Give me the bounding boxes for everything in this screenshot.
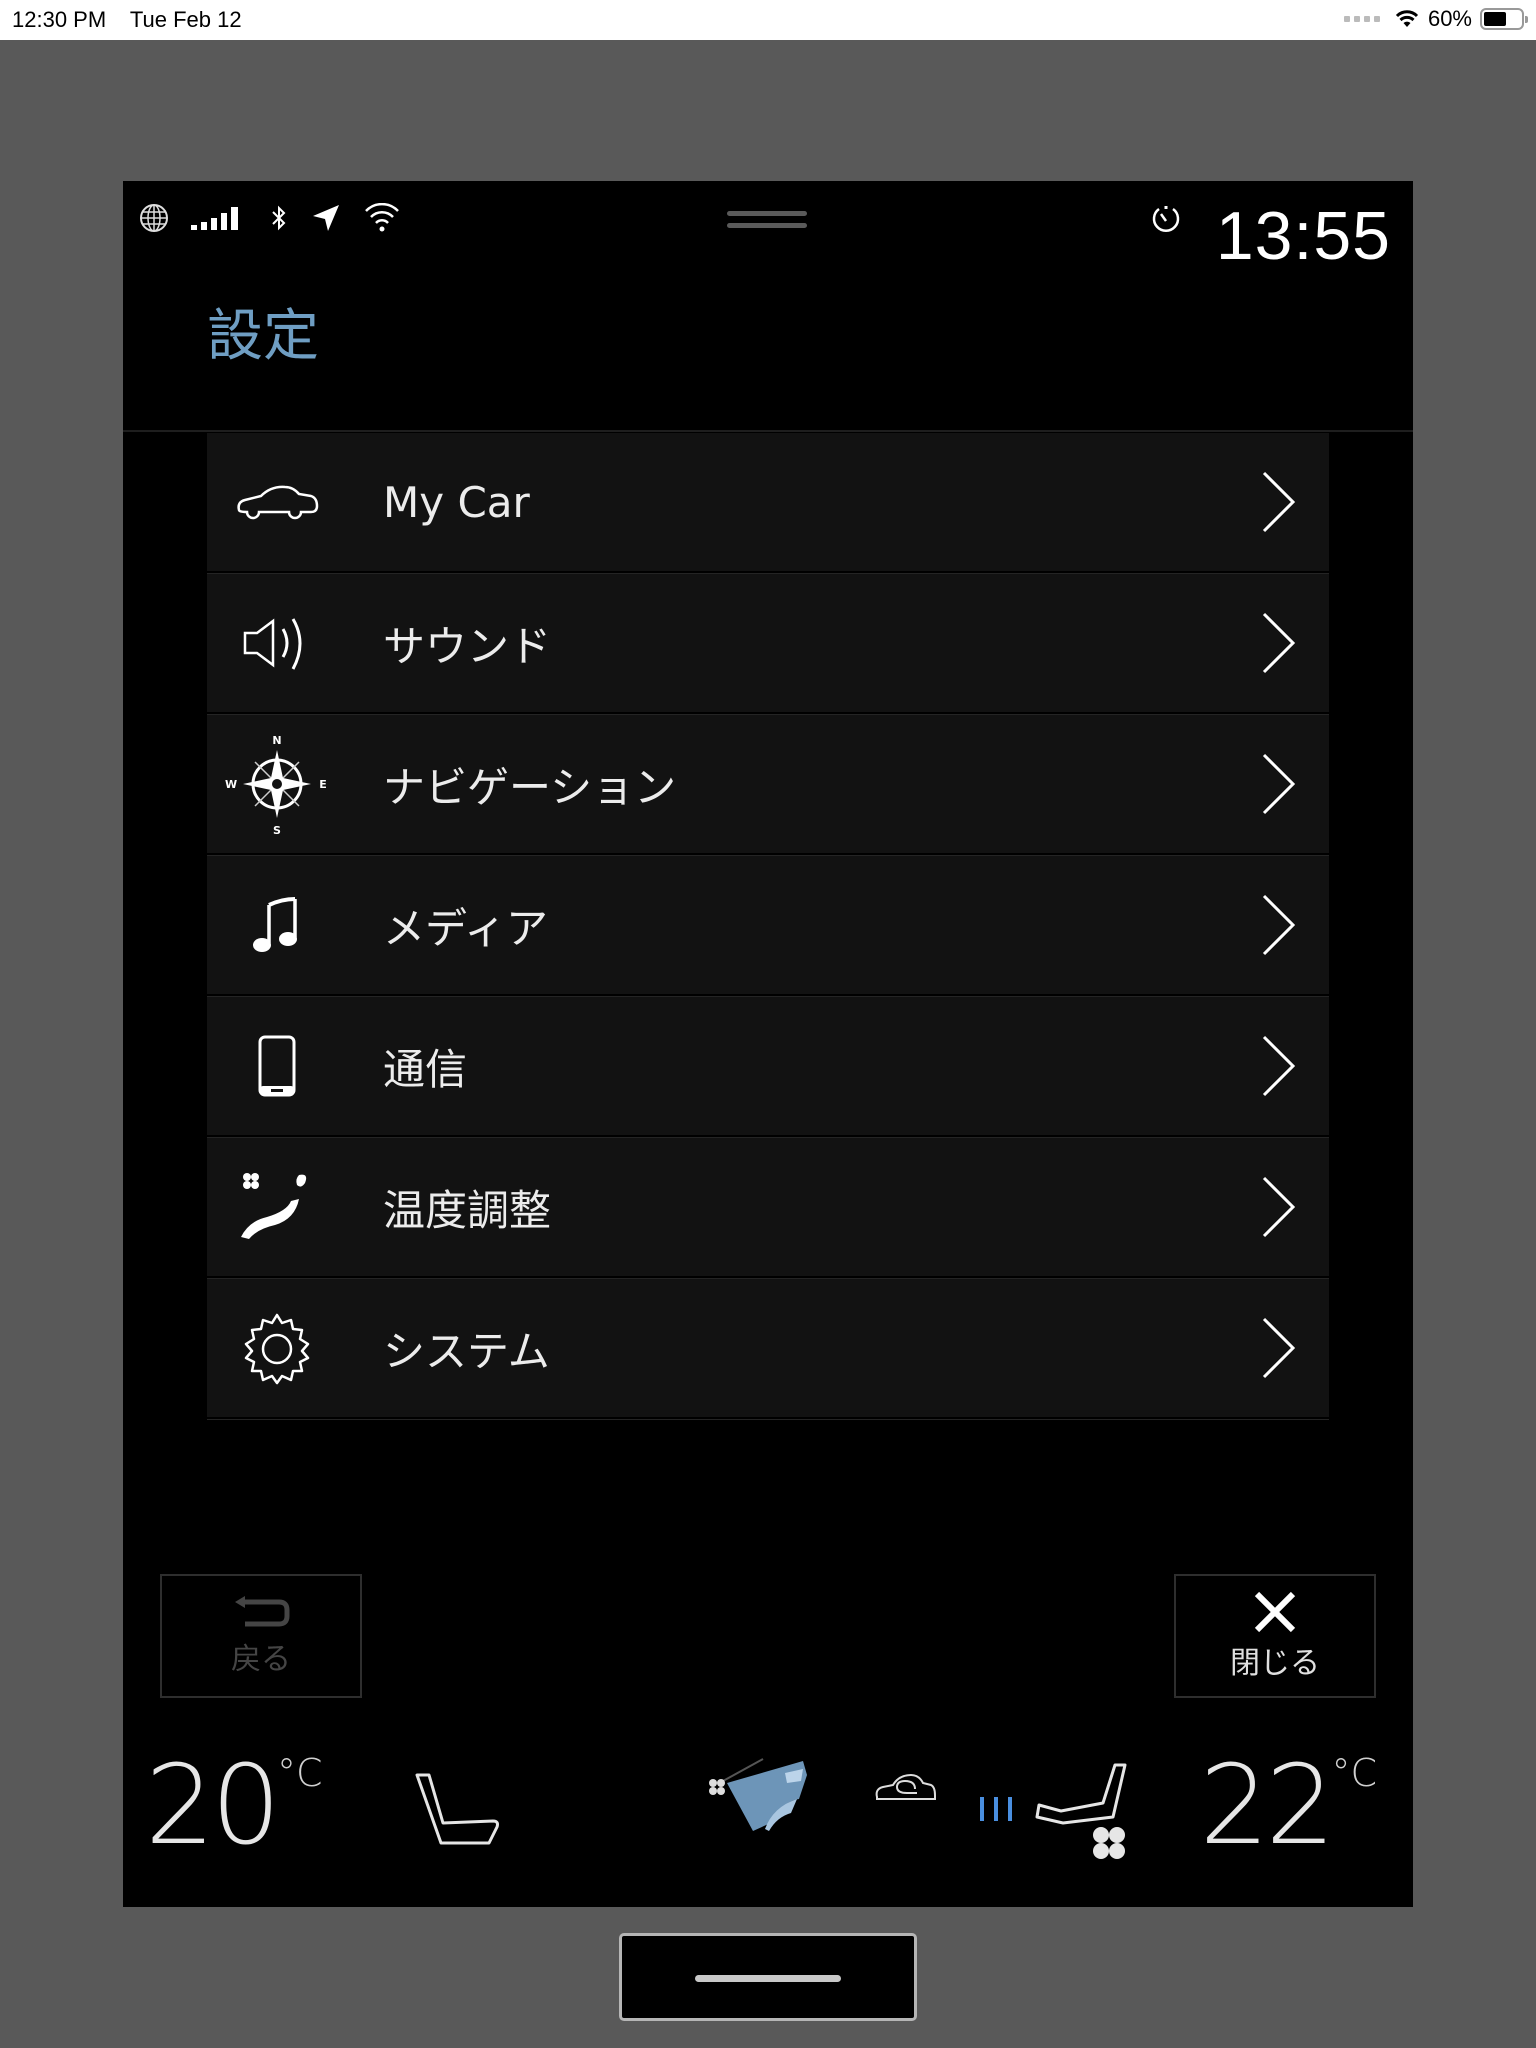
signal-icon [191,207,238,230]
chevron-right-icon [1262,1035,1296,1097]
infotainment-screen: 13:55 設定 My Car サウンド N S E W ナビゲーション メディ… [123,181,1413,1907]
chevron-right-icon [1262,612,1296,674]
temp-unit: °C [1331,1751,1377,1795]
menu-item-my-car[interactable]: My Car [207,433,1329,574]
fan-bar-3 [1008,1797,1012,1821]
menu-item-label: メディア [383,903,549,953]
fan-level-indicator [980,1797,1012,1821]
battery-percent: 60% [1427,6,1472,31]
driver-seat-icon[interactable] [413,1771,503,1847]
bluetooth-icon [272,205,286,231]
menu-item-system[interactable]: システム [207,1279,1329,1420]
windshield-defrost-icon[interactable] [703,1751,813,1851]
menu-item-navigation[interactable]: N S E W ナビゲーション [207,715,1329,856]
car-clock: 13:55 [1215,198,1391,274]
car-icon [237,485,319,520]
menu-item-climate[interactable]: 温度調整 [207,1138,1329,1279]
menu-item-label: システム [383,1326,550,1376]
drag-handle[interactable] [727,211,807,235]
fan-bar-1 [980,1797,984,1821]
compass-n: N [272,734,281,747]
menu-item-media[interactable]: メディア [207,856,1329,997]
globe-icon [140,204,168,232]
ios-wifi-icon [1395,10,1419,27]
climate-bar: 20°C 22°C [123,1741,1413,1907]
timer-icon [1152,206,1180,232]
home-button[interactable] [619,1933,917,2021]
ios-status-bar: 12:30 PM Tue Feb 12 60% [0,0,1536,40]
wifi-icon [365,203,399,232]
menu-item-label: ナビゲーション [383,762,677,812]
ios-time: 12:30 PM [12,7,107,32]
driver-temp-value: 20 [145,1741,281,1869]
menu-item-sound[interactable]: サウンド [207,574,1329,715]
title-divider [123,430,1413,432]
ios-date: Tue Feb 12 [129,7,242,32]
compass-e: E [319,778,327,791]
music-note-icon [253,897,297,952]
compass-w: W [225,778,237,791]
menu-item-label: 温度調整 [383,1185,552,1235]
menu-item-label: 通信 [383,1044,468,1094]
chevron-right-icon [1262,753,1296,815]
recirculation-icon[interactable] [873,1771,939,1807]
chevron-right-icon [1262,471,1296,533]
cellular-dots-icon [1343,16,1380,22]
page-title: 設定 [207,304,319,369]
passenger-seat-ventilation-icon[interactable] [1033,1761,1133,1861]
close-button-label: 閉じる [1230,1646,1320,1681]
chevron-right-icon [1262,1317,1296,1379]
fan-bar-2 [994,1797,998,1821]
gear-icon [244,1313,310,1385]
chevron-right-icon [1262,894,1296,956]
menu-item-label: My Car [383,477,530,527]
close-button[interactable]: 閉じる [1174,1574,1376,1698]
settings-menu: My Car サウンド N S E W ナビゲーション メディア 通信 温度調整… [207,433,1329,1420]
car-status-bar: 13:55 [123,181,1413,274]
menu-item-label: サウンド [383,621,552,671]
battery-icon [1480,8,1528,30]
climate-icon [241,1173,307,1239]
back-arrow-icon [235,1596,290,1627]
back-button[interactable]: 戻る [160,1574,362,1698]
chevron-right-icon [1262,1176,1296,1238]
close-icon [1254,1591,1296,1633]
driver-temperature[interactable]: 20°C [145,1741,323,1869]
smartphone-icon [258,1035,296,1097]
passenger-temp-value: 22 [1199,1741,1335,1869]
passenger-temperature[interactable]: 22°C [1199,1741,1377,1869]
temp-unit: °C [276,1751,323,1795]
speaker-icon [243,618,302,670]
compass-icon: N S E W [225,734,327,836]
back-button-label: 戻る [231,1642,291,1677]
location-arrow-icon [313,205,339,231]
compass-s: S [273,824,281,836]
menu-item-communication[interactable]: 通信 [207,997,1329,1138]
